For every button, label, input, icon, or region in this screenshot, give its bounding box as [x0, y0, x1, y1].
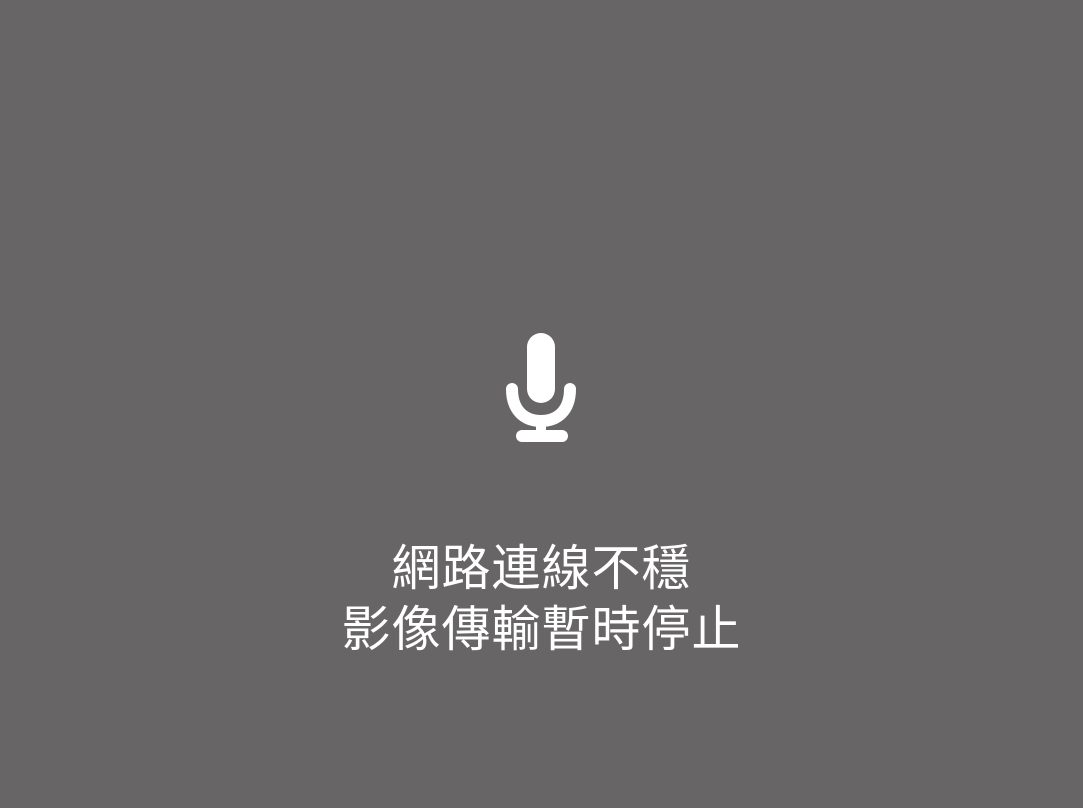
- video-paused-screen: 網路連線不穩 影像傳輸暫時停止: [0, 0, 1083, 808]
- microphone-icon: [505, 333, 577, 443]
- video-paused-text: 影像傳輸暫時停止: [341, 601, 742, 658]
- network-unstable-text: 網路連線不穩: [391, 540, 692, 597]
- connection-status-message: 網路連線不穩 影像傳輸暫時停止: [0, 538, 1083, 660]
